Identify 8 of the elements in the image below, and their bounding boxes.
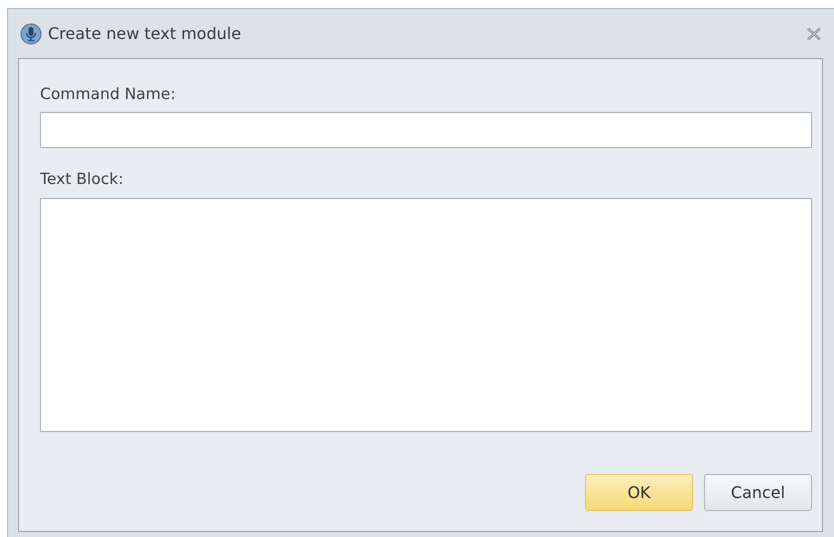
microphone-icon (20, 22, 42, 44)
dialog-button[interactable]: Cancel (704, 474, 812, 511)
text-field[interactable] (40, 112, 812, 148)
field-label: Command Name: (40, 84, 177, 105)
field-label: Text Block: (40, 169, 124, 190)
window-title: Create new text module (48, 22, 242, 44)
close-icon[interactable] (806, 26, 822, 40)
dialog-button[interactable]: OK (585, 474, 693, 511)
